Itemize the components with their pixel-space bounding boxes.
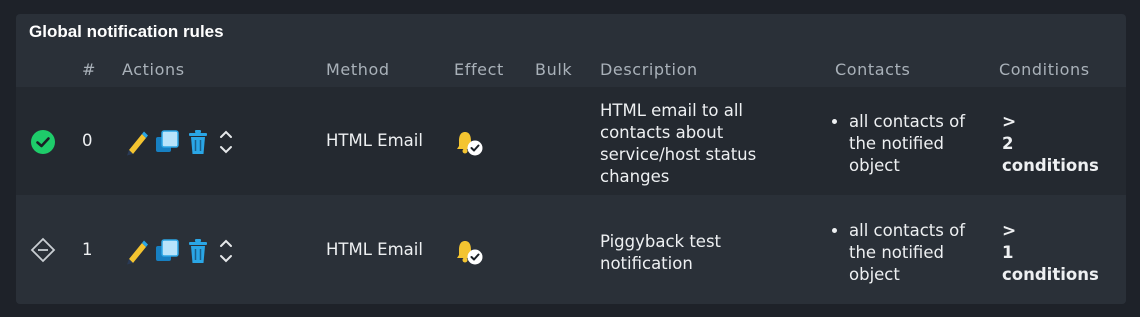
contacts-line: object [849, 156, 900, 175]
col-description: Description [600, 60, 698, 79]
col-contacts: Contacts [835, 60, 911, 79]
contacts-list-item: all contacts of the notified object [849, 220, 979, 286]
col-actions: Actions [122, 60, 185, 79]
table-header: # Actions Method Effect Bulk Description… [16, 51, 1126, 86]
col-effect: Effect [454, 60, 504, 79]
panel-title: Global notification rules [29, 22, 224, 41]
contacts-line: the notified [849, 134, 944, 153]
reorder-icon[interactable] [216, 234, 236, 268]
col-conditions: Conditions [999, 60, 1090, 79]
contacts-line: all contacts of [849, 221, 966, 240]
description-line: notification [600, 254, 693, 273]
bell-check-icon [456, 129, 486, 157]
trash-icon[interactable] [185, 128, 211, 156]
contacts-line: the notified [849, 243, 944, 262]
notification-rules-panel: Global notification rules # Actions Meth… [16, 14, 1126, 304]
contacts-line: all contacts of [849, 112, 966, 131]
enabled-status-icon [31, 130, 55, 154]
edit-icon[interactable] [123, 237, 149, 265]
edit-icon[interactable] [123, 128, 149, 156]
reorder-icon[interactable] [216, 125, 236, 159]
col-bulk: Bulk [535, 60, 573, 79]
table-row: 1 HTML Email Piggyback test notification… [16, 196, 1126, 304]
conditions-arrow: > [1002, 112, 1017, 132]
disabled-status-icon [30, 237, 56, 263]
bell-check-icon [456, 238, 486, 266]
contacts-cell: all contacts of the notified object [829, 220, 979, 286]
conditions-label: conditions [1002, 265, 1099, 284]
description-line: Piggyback test [600, 232, 722, 251]
clone-icon[interactable] [154, 237, 180, 265]
conditions-count: 1 [1002, 243, 1014, 262]
col-method: Method [326, 60, 390, 79]
rule-number: 1 [82, 240, 93, 259]
description-cell: HTML email to all contacts about service… [600, 100, 756, 188]
conditions-toggle[interactable]: > 1 conditions [1002, 220, 1117, 286]
conditions-arrow: > [1002, 221, 1017, 241]
table-row: 0 HTML Email HTML email to all contacts … [16, 87, 1126, 195]
trash-icon[interactable] [185, 237, 211, 265]
description-line: contacts about [600, 123, 724, 142]
col-number: # [82, 60, 97, 79]
description-line: changes [600, 167, 670, 186]
method-cell: HTML Email [326, 131, 423, 150]
contacts-line: object [849, 265, 900, 284]
conditions-toggle[interactable]: > 2 conditions [1002, 111, 1117, 177]
method-cell: HTML Email [326, 240, 423, 259]
rule-number: 0 [82, 131, 93, 150]
conditions-label: conditions [1002, 156, 1099, 175]
description-line: service/host status [600, 145, 757, 164]
description-cell: Piggyback test notification [600, 231, 721, 275]
contacts-list-item: all contacts of the notified object [849, 111, 979, 177]
description-line: HTML email to all [600, 101, 743, 120]
clone-icon[interactable] [154, 128, 180, 156]
conditions-count: 2 [1002, 134, 1014, 153]
contacts-cell: all contacts of the notified object [829, 111, 979, 177]
